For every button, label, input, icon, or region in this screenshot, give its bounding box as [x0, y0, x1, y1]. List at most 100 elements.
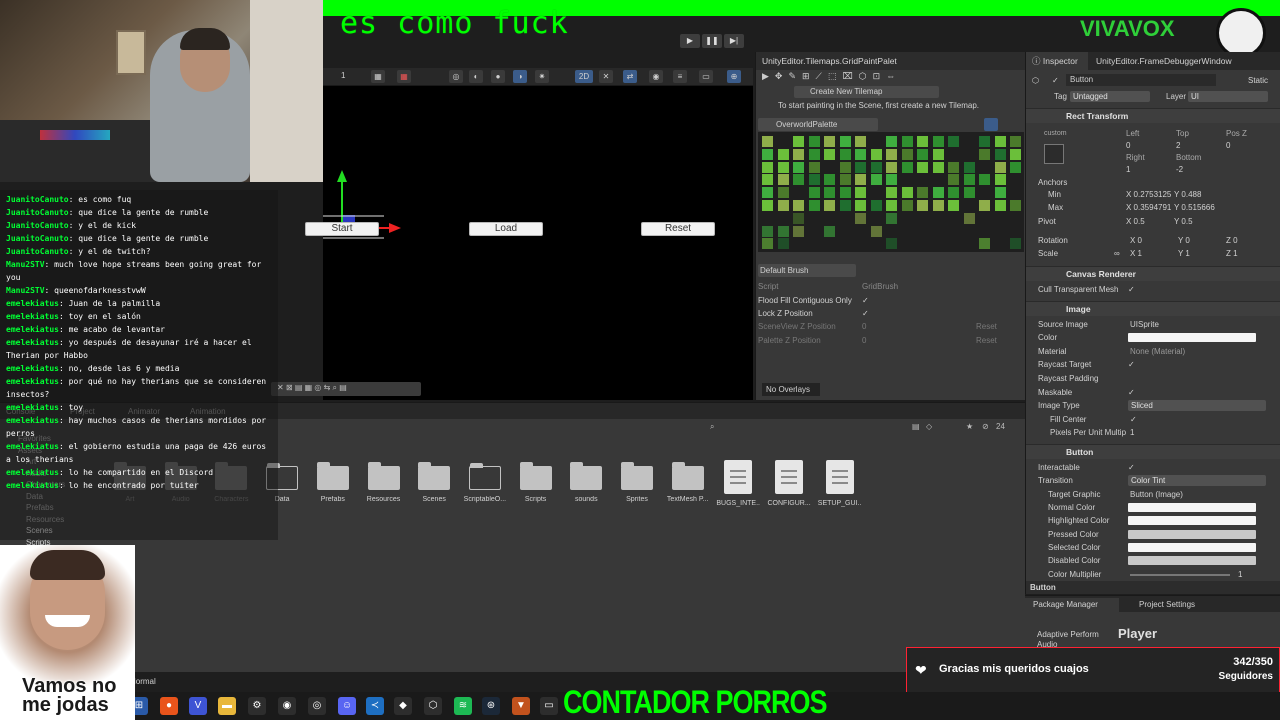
palette-tile[interactable]: [963, 161, 975, 173]
discord-icon[interactable]: ☺: [338, 697, 356, 715]
image-type-dropdown[interactable]: Sliced: [1128, 400, 1266, 411]
pause-icon[interactable]: ❚❚: [702, 34, 722, 48]
palette-tile[interactable]: [793, 225, 804, 237]
palette-tile[interactable]: [870, 225, 882, 237]
palette-tile[interactable]: [839, 161, 851, 173]
palette-tile[interactable]: [886, 200, 897, 211]
palette-tile[interactable]: [855, 148, 866, 160]
lighting-icon[interactable]: ◑: [513, 70, 527, 83]
palette-tile[interactable]: [963, 187, 975, 199]
palette-tile[interactable]: [839, 200, 851, 211]
palette-tile[interactable]: [808, 148, 820, 160]
vscode-icon[interactable]: ≺: [366, 697, 384, 715]
palette-tile[interactable]: [917, 161, 928, 173]
start-ui-button[interactable]: Start: [305, 222, 379, 236]
palette-tile[interactable]: [1010, 161, 1021, 173]
palette-tile[interactable]: [824, 136, 835, 147]
palette-tile[interactable]: [839, 187, 851, 199]
active-checkbox[interactable]: ✓: [1052, 74, 1059, 87]
palette-tile[interactable]: [855, 174, 866, 186]
camera-icon[interactable]: ▭: [699, 70, 713, 83]
layer-dropdown[interactable]: UI: [1188, 91, 1268, 102]
settings-icon[interactable]: ⚙: [248, 697, 266, 715]
file-asset[interactable]: SETUP_GUI...: [818, 460, 862, 510]
palette-tile[interactable]: [886, 174, 897, 186]
palette-tile[interactable]: [762, 187, 773, 199]
palette-tile[interactable]: [1010, 148, 1021, 160]
palette-tile[interactable]: [808, 187, 820, 199]
right-field[interactable]: 1: [1126, 163, 1130, 176]
palette-tile[interactable]: [917, 148, 928, 160]
rect-transform-header[interactable]: Rect Transform: [1026, 108, 1280, 123]
adaptive-performance-item[interactable]: Adaptive Perform: [1037, 630, 1099, 639]
palette-tile[interactable]: [979, 136, 990, 147]
palette-tile[interactable]: [979, 200, 990, 211]
load-ui-button[interactable]: Load: [469, 222, 543, 236]
tool-icon[interactable]: ✕ ⊠ ▤ ▦ ◎ ⇆ ⌕ ▤: [277, 383, 347, 393]
search-icon[interactable]: ⌕: [710, 422, 714, 432]
palette-tile[interactable]: [932, 200, 944, 211]
folder-asset[interactable]: ScriptableO...: [463, 460, 507, 510]
brave-icon[interactable]: ●: [160, 697, 178, 715]
vegas-icon[interactable]: V: [189, 697, 207, 715]
palette-tile[interactable]: [901, 148, 913, 160]
palette-tile[interactable]: [948, 200, 959, 211]
tab-grid-paint-palette[interactable]: UnityEditor.Tilemaps.GridPaintPalet: [756, 52, 1026, 70]
palette-tile[interactable]: [901, 161, 913, 173]
palette-tile[interactable]: [963, 174, 975, 186]
palette-tile[interactable]: [932, 148, 944, 160]
palette-tile[interactable]: [963, 212, 975, 224]
tab-package-manager[interactable]: Package Manager: [1025, 598, 1119, 612]
palette-tile[interactable]: [1010, 200, 1021, 211]
palette-tile[interactable]: [979, 174, 990, 186]
palette-tile[interactable]: [762, 174, 773, 186]
scene-tool-strip[interactable]: ✕ ⊠ ▤ ▦ ◎ ⇆ ⌕ ▤: [271, 382, 421, 396]
palette-tile[interactable]: [901, 136, 913, 147]
palette-tile[interactable]: [762, 200, 773, 211]
layers-icon[interactable]: ≡: [673, 70, 687, 83]
palette-tile[interactable]: [793, 200, 804, 211]
palette-tile[interactable]: [994, 174, 1006, 186]
material-field[interactable]: None (Material): [1130, 345, 1185, 358]
palette-tile[interactable]: [793, 136, 804, 147]
palette-tile[interactable]: [901, 200, 913, 211]
pivot-y-field[interactable]: Y 0.5: [1174, 215, 1193, 228]
palette-tile[interactable]: [777, 187, 789, 199]
palette-grid[interactable]: [758, 132, 1024, 252]
sceneview-z-value[interactable]: 0: [862, 320, 866, 333]
palette-tile[interactable]: [979, 148, 990, 160]
rotation-x-field[interactable]: X 0: [1130, 234, 1142, 247]
palette-tile[interactable]: [762, 136, 773, 147]
min-y-field[interactable]: Y 0.488: [1174, 188, 1201, 201]
palette-tile[interactable]: [824, 148, 835, 160]
palette-tile[interactable]: [777, 225, 789, 237]
palette-tile[interactable]: [917, 200, 928, 211]
palette-tile[interactable]: [994, 200, 1006, 211]
rotation-y-field[interactable]: Y 0: [1178, 234, 1190, 247]
palette-tile[interactable]: [839, 174, 851, 186]
palette-tile[interactable]: [948, 174, 959, 186]
pressed-color-swatch[interactable]: [1128, 530, 1256, 539]
palette-tile[interactable]: [777, 238, 789, 250]
highlighted-color-swatch[interactable]: [1128, 516, 1256, 525]
palette-tile[interactable]: [808, 161, 820, 173]
rotation-z-field[interactable]: Z 0: [1226, 234, 1238, 247]
palette-tile[interactable]: [1010, 136, 1021, 147]
palette-tile[interactable]: [870, 174, 882, 186]
raycast-target-checkbox[interactable]: ✓: [1128, 358, 1135, 371]
palette-tile[interactable]: [855, 161, 866, 173]
palette-tile[interactable]: [808, 200, 820, 211]
pivot-x-field[interactable]: X 0.5: [1126, 215, 1145, 228]
object-name-field[interactable]: Button: [1066, 74, 1216, 86]
palette-tile[interactable]: [994, 148, 1006, 160]
play-icon[interactable]: ▶: [680, 34, 700, 48]
paint-tools[interactable]: ▶✥✎⊞⟋⬚⌧⬡⊡⇔: [762, 71, 1024, 85]
effects-icon[interactable]: ✷: [535, 70, 549, 83]
palette-tile[interactable]: [793, 161, 804, 173]
palette-tile[interactable]: [886, 238, 897, 250]
palette-tile[interactable]: [777, 174, 789, 186]
spotify-icon[interactable]: ≋: [454, 697, 472, 715]
palette-tile[interactable]: [777, 161, 789, 173]
palette-tile[interactable]: [762, 238, 773, 250]
disabled-color-swatch[interactable]: [1128, 556, 1256, 565]
